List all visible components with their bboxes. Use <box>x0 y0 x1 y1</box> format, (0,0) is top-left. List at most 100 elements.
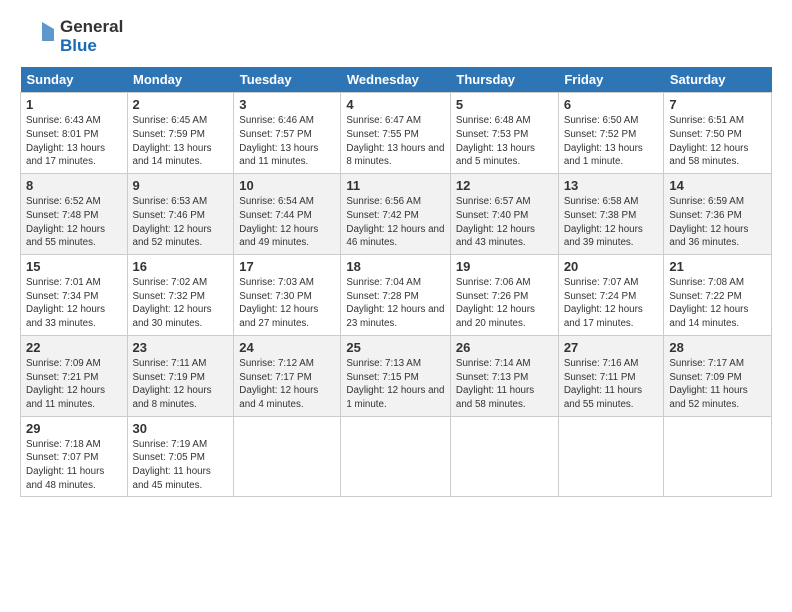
day-info: Sunrise: 7:11 AM Sunset: 7:19 PM Dayligh… <box>133 357 229 412</box>
day-info: Sunrise: 6:58 AM Sunset: 7:38 PM Dayligh… <box>564 195 659 250</box>
day-cell-12: 12 Sunrise: 6:57 AM Sunset: 7:40 PM Dayl… <box>450 174 558 255</box>
day-number: 2 <box>133 97 229 112</box>
day-info: Sunrise: 7:14 AM Sunset: 7:13 PM Dayligh… <box>456 357 553 412</box>
day-cell-11: 11 Sunrise: 6:56 AM Sunset: 7:42 PM Dayl… <box>341 174 451 255</box>
day-cell-1: 1 Sunrise: 6:43 AM Sunset: 8:01 PM Dayli… <box>21 93 128 174</box>
day-info: Sunrise: 7:04 AM Sunset: 7:28 PM Dayligh… <box>346 276 445 331</box>
day-cell-6: 6 Sunrise: 6:50 AM Sunset: 7:52 PM Dayli… <box>558 93 664 174</box>
empty-cell <box>450 416 558 497</box>
day-info: Sunrise: 7:19 AM Sunset: 7:05 PM Dayligh… <box>133 438 229 493</box>
day-cell-21: 21 Sunrise: 7:08 AM Sunset: 7:22 PM Dayl… <box>664 255 772 336</box>
week-row-4: 22 Sunrise: 7:09 AM Sunset: 7:21 PM Dayl… <box>21 335 772 416</box>
day-info: Sunrise: 6:51 AM Sunset: 7:50 PM Dayligh… <box>669 114 766 169</box>
day-number: 14 <box>669 178 766 193</box>
day-cell-15: 15 Sunrise: 7:01 AM Sunset: 7:34 PM Dayl… <box>21 255 128 336</box>
day-number: 6 <box>564 97 659 112</box>
day-cell-29: 29 Sunrise: 7:18 AM Sunset: 7:07 PM Dayl… <box>21 416 128 497</box>
day-cell-20: 20 Sunrise: 7:07 AM Sunset: 7:24 PM Dayl… <box>558 255 664 336</box>
day-cell-25: 25 Sunrise: 7:13 AM Sunset: 7:15 PM Dayl… <box>341 335 451 416</box>
col-sunday: Sunday <box>21 67 128 93</box>
day-number: 11 <box>346 178 445 193</box>
day-number: 3 <box>239 97 335 112</box>
day-info: Sunrise: 6:46 AM Sunset: 7:57 PM Dayligh… <box>239 114 335 169</box>
page: General Blue Sunday Monday Tuesday Wedne… <box>0 0 792 507</box>
day-cell-16: 16 Sunrise: 7:02 AM Sunset: 7:32 PM Dayl… <box>127 255 234 336</box>
day-info: Sunrise: 7:02 AM Sunset: 7:32 PM Dayligh… <box>133 276 229 331</box>
day-info: Sunrise: 6:45 AM Sunset: 7:59 PM Dayligh… <box>133 114 229 169</box>
day-number: 5 <box>456 97 553 112</box>
day-info: Sunrise: 7:01 AM Sunset: 7:34 PM Dayligh… <box>26 276 122 331</box>
day-info: Sunrise: 6:56 AM Sunset: 7:42 PM Dayligh… <box>346 195 445 250</box>
day-info: Sunrise: 6:59 AM Sunset: 7:36 PM Dayligh… <box>669 195 766 250</box>
day-cell-14: 14 Sunrise: 6:59 AM Sunset: 7:36 PM Dayl… <box>664 174 772 255</box>
day-cell-26: 26 Sunrise: 7:14 AM Sunset: 7:13 PM Dayl… <box>450 335 558 416</box>
day-cell-8: 8 Sunrise: 6:52 AM Sunset: 7:48 PM Dayli… <box>21 174 128 255</box>
day-number: 1 <box>26 97 122 112</box>
header-row: Sunday Monday Tuesday Wednesday Thursday… <box>21 67 772 93</box>
day-number: 24 <box>239 340 335 355</box>
day-info: Sunrise: 7:12 AM Sunset: 7:17 PM Dayligh… <box>239 357 335 412</box>
day-cell-9: 9 Sunrise: 6:53 AM Sunset: 7:46 PM Dayli… <box>127 174 234 255</box>
day-cell-22: 22 Sunrise: 7:09 AM Sunset: 7:21 PM Dayl… <box>21 335 128 416</box>
day-info: Sunrise: 6:48 AM Sunset: 7:53 PM Dayligh… <box>456 114 553 169</box>
day-number: 15 <box>26 259 122 274</box>
logo-graphic: General Blue <box>20 18 123 55</box>
day-number: 13 <box>564 178 659 193</box>
day-number: 4 <box>346 97 445 112</box>
day-number: 8 <box>26 178 122 193</box>
empty-cell <box>558 416 664 497</box>
day-number: 20 <box>564 259 659 274</box>
day-number: 19 <box>456 259 553 274</box>
header: General Blue <box>20 18 772 55</box>
day-number: 21 <box>669 259 766 274</box>
day-info: Sunrise: 7:18 AM Sunset: 7:07 PM Dayligh… <box>26 438 122 493</box>
empty-cell <box>341 416 451 497</box>
day-number: 10 <box>239 178 335 193</box>
day-info: Sunrise: 6:54 AM Sunset: 7:44 PM Dayligh… <box>239 195 335 250</box>
day-cell-10: 10 Sunrise: 6:54 AM Sunset: 7:44 PM Dayl… <box>234 174 341 255</box>
day-cell-4: 4 Sunrise: 6:47 AM Sunset: 7:55 PM Dayli… <box>341 93 451 174</box>
calendar-table: Sunday Monday Tuesday Wednesday Thursday… <box>20 67 772 497</box>
day-cell-19: 19 Sunrise: 7:06 AM Sunset: 7:26 PM Dayl… <box>450 255 558 336</box>
day-info: Sunrise: 6:43 AM Sunset: 8:01 PM Dayligh… <box>26 114 122 169</box>
day-cell-30: 30 Sunrise: 7:19 AM Sunset: 7:05 PM Dayl… <box>127 416 234 497</box>
day-cell-13: 13 Sunrise: 6:58 AM Sunset: 7:38 PM Dayl… <box>558 174 664 255</box>
day-cell-3: 3 Sunrise: 6:46 AM Sunset: 7:57 PM Dayli… <box>234 93 341 174</box>
empty-cell <box>234 416 341 497</box>
day-info: Sunrise: 7:16 AM Sunset: 7:11 PM Dayligh… <box>564 357 659 412</box>
day-cell-2: 2 Sunrise: 6:45 AM Sunset: 7:59 PM Dayli… <box>127 93 234 174</box>
col-thursday: Thursday <box>450 67 558 93</box>
day-info: Sunrise: 6:47 AM Sunset: 7:55 PM Dayligh… <box>346 114 445 169</box>
day-info: Sunrise: 6:52 AM Sunset: 7:48 PM Dayligh… <box>26 195 122 250</box>
day-info: Sunrise: 7:13 AM Sunset: 7:15 PM Dayligh… <box>346 357 445 412</box>
day-info: Sunrise: 7:06 AM Sunset: 7:26 PM Dayligh… <box>456 276 553 331</box>
col-friday: Friday <box>558 67 664 93</box>
empty-cell <box>664 416 772 497</box>
day-cell-7: 7 Sunrise: 6:51 AM Sunset: 7:50 PM Dayli… <box>664 93 772 174</box>
day-number: 12 <box>456 178 553 193</box>
day-cell-5: 5 Sunrise: 6:48 AM Sunset: 7:53 PM Dayli… <box>450 93 558 174</box>
day-info: Sunrise: 7:03 AM Sunset: 7:30 PM Dayligh… <box>239 276 335 331</box>
day-cell-17: 17 Sunrise: 7:03 AM Sunset: 7:30 PM Dayl… <box>234 255 341 336</box>
day-number: 18 <box>346 259 445 274</box>
day-info: Sunrise: 6:57 AM Sunset: 7:40 PM Dayligh… <box>456 195 553 250</box>
day-info: Sunrise: 7:07 AM Sunset: 7:24 PM Dayligh… <box>564 276 659 331</box>
day-cell-23: 23 Sunrise: 7:11 AM Sunset: 7:19 PM Dayl… <box>127 335 234 416</box>
day-number: 23 <box>133 340 229 355</box>
week-row-1: 1 Sunrise: 6:43 AM Sunset: 8:01 PM Dayli… <box>21 93 772 174</box>
day-info: Sunrise: 7:08 AM Sunset: 7:22 PM Dayligh… <box>669 276 766 331</box>
day-info: Sunrise: 7:17 AM Sunset: 7:09 PM Dayligh… <box>669 357 766 412</box>
day-cell-24: 24 Sunrise: 7:12 AM Sunset: 7:17 PM Dayl… <box>234 335 341 416</box>
day-number: 7 <box>669 97 766 112</box>
day-number: 30 <box>133 421 229 436</box>
day-cell-28: 28 Sunrise: 7:17 AM Sunset: 7:09 PM Dayl… <box>664 335 772 416</box>
day-info: Sunrise: 6:50 AM Sunset: 7:52 PM Dayligh… <box>564 114 659 169</box>
day-number: 9 <box>133 178 229 193</box>
day-cell-27: 27 Sunrise: 7:16 AM Sunset: 7:11 PM Dayl… <box>558 335 664 416</box>
day-number: 26 <box>456 340 553 355</box>
day-number: 28 <box>669 340 766 355</box>
day-number: 22 <box>26 340 122 355</box>
day-info: Sunrise: 6:53 AM Sunset: 7:46 PM Dayligh… <box>133 195 229 250</box>
col-wednesday: Wednesday <box>341 67 451 93</box>
day-cell-18: 18 Sunrise: 7:04 AM Sunset: 7:28 PM Dayl… <box>341 255 451 336</box>
